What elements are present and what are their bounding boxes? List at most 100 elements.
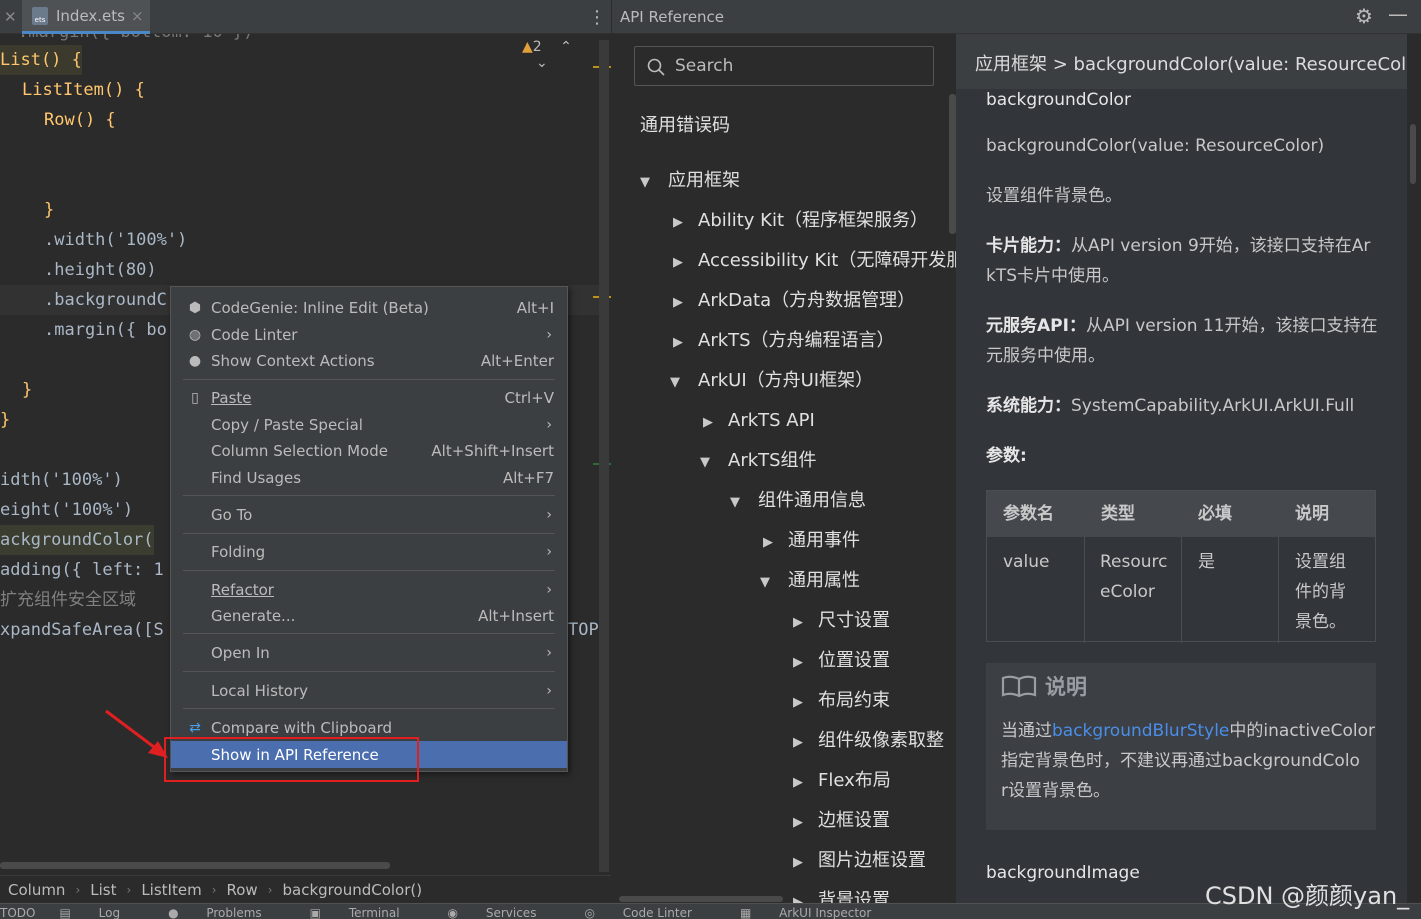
doc-card-ability-line2: kTS卡片中使用。 bbox=[986, 266, 1120, 286]
tree-item-pixel-rounding[interactable]: ▶ 组件级像素取整 bbox=[793, 721, 944, 761]
doc-scroll-thumb[interactable] bbox=[1410, 124, 1416, 184]
tool-arkui-inspector[interactable]: ▦ ArkUI Inspector bbox=[740, 904, 895, 919]
tree-vertical-scrollbar[interactable] bbox=[949, 94, 956, 234]
crumb-listitem[interactable]: ListItem bbox=[141, 881, 201, 899]
tree-item-arkts[interactable]: ▶ ArkTS（方舟编程语言） bbox=[673, 321, 895, 361]
table-divider bbox=[1278, 537, 1279, 643]
editor-breadcrumbs: Column › List › ListItem › Row › backgroundC… bbox=[0, 875, 611, 903]
menu-separator bbox=[183, 533, 555, 534]
collapsed-triangle-icon: ▶ bbox=[793, 695, 803, 710]
crumb-backgroundcolor[interactable]: backgroundColor() bbox=[283, 881, 423, 899]
collapsed-triangle-icon: ▶ bbox=[673, 215, 683, 230]
tree-item-layout-constraints[interactable]: ▶ 布局约束 bbox=[793, 681, 890, 721]
table-divider bbox=[1084, 537, 1085, 643]
th-required: 必填 bbox=[1198, 504, 1232, 524]
tool-services[interactable]: ◉ Services bbox=[448, 904, 561, 919]
editor-vertical-scrollbar[interactable] bbox=[599, 40, 609, 872]
tree-item-arkts-components[interactable]: ▼ ArkTS组件 bbox=[700, 441, 817, 481]
menu-column-selection-mode[interactable]: Column Selection Mode Alt+Shift+Insert bbox=[171, 437, 567, 464]
api-reference-header: API Reference ⚙ — bbox=[612, 0, 1421, 34]
expanded-triangle-icon: ▼ bbox=[760, 575, 770, 590]
menu-go-to[interactable]: Go To › bbox=[171, 501, 567, 528]
menu-open-in[interactable]: Open In › bbox=[171, 639, 567, 666]
doc-description: 设置组件背景色。 bbox=[986, 186, 1122, 206]
tree-item-background[interactable]: ▶ 背景设置 bbox=[793, 881, 890, 903]
table-divider bbox=[1181, 537, 1182, 643]
tool-log[interactable]: ▤ Log bbox=[59, 904, 144, 919]
ets-file-icon: ets bbox=[32, 6, 48, 25]
tree-item-app-framework[interactable]: ▼ 应用框架 bbox=[640, 161, 740, 201]
tree-item-position[interactable]: ▶ 位置设置 bbox=[793, 641, 890, 681]
tree-horizontal-scrollbar[interactable] bbox=[619, 896, 783, 902]
tree-item-accessibility-kit[interactable]: ▶ Accessibility Kit（无障碍开发服务 bbox=[673, 241, 956, 281]
code-line: } bbox=[44, 200, 55, 220]
tool-code-linter[interactable]: ◎ Code Linter bbox=[584, 904, 715, 919]
lightbulb-icon: ● bbox=[188, 352, 202, 369]
menu-local-history[interactable]: Local History › bbox=[171, 677, 567, 704]
settings-gear-icon[interactable]: ⚙ bbox=[1355, 4, 1373, 28]
menu-show-context-actions[interactable]: ● Show Context Actions Alt+Enter bbox=[171, 347, 567, 374]
tree-item-ability-kit[interactable]: ▶ Ability Kit（程序框架服务） bbox=[673, 201, 928, 241]
menu-folding[interactable]: Folding › bbox=[171, 538, 567, 565]
note-line2: 指定背景色时，不建议再通过backgroundColo bbox=[1001, 751, 1360, 771]
note-link-background-blur-style[interactable]: backgroundBlurStyle bbox=[1052, 721, 1229, 741]
tree-item-image-border[interactable]: ▶ 图片边框设置 bbox=[793, 841, 926, 881]
menu-refactor[interactable]: Refactor › bbox=[171, 576, 567, 603]
collapsed-triangle-icon: ▶ bbox=[793, 855, 803, 870]
tree-item-common-attributes[interactable]: ▼ 通用属性 bbox=[760, 561, 860, 601]
code-line: .margin({ bo bbox=[44, 320, 167, 340]
tree-item-arkui[interactable]: ▼ ArkUI（方舟UI框架） bbox=[670, 361, 873, 401]
tab-close-icon[interactable]: × bbox=[131, 7, 144, 25]
crumb-row[interactable]: Row bbox=[227, 881, 258, 899]
codegenie-icon: ⬢ bbox=[188, 299, 202, 316]
terminal-icon: ▣ bbox=[309, 906, 325, 919]
doc-vertical-scrollbar[interactable] bbox=[1407, 34, 1421, 903]
more-vertical-icon[interactable]: ⋮ bbox=[588, 0, 606, 34]
annotation-arrow-icon bbox=[105, 709, 168, 758]
tab-index-ets[interactable]: ets Index.ets × bbox=[22, 0, 150, 34]
inspection-widget[interactable]: ▲2 ⌃ ⌄ bbox=[522, 39, 600, 71]
tool-todo[interactable]: TODO bbox=[0, 904, 35, 919]
doc-breadcrumb-bar: 应用框架 > backgroundColor(value: ResourceCo… bbox=[956, 34, 1407, 89]
compare-icon: ⇄ bbox=[189, 719, 201, 736]
problems-icon: ● bbox=[168, 906, 183, 919]
tool-problems[interactable]: ● Problems bbox=[168, 904, 286, 919]
menu-separator bbox=[183, 708, 555, 709]
chevron-up-icon[interactable]: ⌃ bbox=[560, 39, 572, 55]
api-search-input[interactable]: Search bbox=[634, 46, 934, 86]
editor-horizontal-scrollbar[interactable] bbox=[0, 862, 390, 869]
open-book-icon bbox=[1001, 675, 1037, 698]
tree-item-common-events[interactable]: ▶ 通用事件 bbox=[763, 521, 860, 561]
menu-paste[interactable]: ▯ Paste Ctrl+V bbox=[171, 384, 567, 411]
collapsed-triangle-icon: ▶ bbox=[793, 815, 803, 830]
menu-generate[interactable]: Generate... Alt+Insert bbox=[171, 602, 567, 629]
chevron-down-icon[interactable]: ⌄ bbox=[536, 55, 548, 71]
close-all-icon[interactable]: ✕ bbox=[4, 0, 17, 34]
collapsed-triangle-icon: ▶ bbox=[793, 895, 803, 903]
th-param-name: 参数名 bbox=[1003, 504, 1054, 524]
th-type: 类型 bbox=[1101, 504, 1135, 524]
crumb-list[interactable]: List bbox=[90, 881, 116, 899]
search-icon bbox=[647, 58, 665, 76]
tree-item-arkdata[interactable]: ▶ ArkData（方舟数据管理） bbox=[673, 281, 915, 321]
tree-item-border[interactable]: ▶ 边框设置 bbox=[793, 801, 890, 841]
th-description: 说明 bbox=[1295, 504, 1329, 524]
menu-codegenie-inline-edit[interactable]: ⬢ CodeGenie: Inline Edit (Beta) Alt+I bbox=[171, 294, 567, 321]
tree-item-component-common-info[interactable]: ▼ 组件通用信息 bbox=[730, 481, 866, 521]
td-description: 设置组 件的背 景色。 bbox=[1295, 552, 1346, 632]
td-required: 是 bbox=[1198, 552, 1215, 572]
tree-item-flex-layout[interactable]: ▶ Flex布局 bbox=[793, 761, 891, 801]
td-type-link[interactable]: Resourc eColor bbox=[1100, 547, 1168, 607]
menu-find-usages[interactable]: Find Usages Alt+F7 bbox=[171, 464, 567, 491]
menu-copy-paste-special[interactable]: Copy / Paste Special › bbox=[171, 411, 567, 438]
highlight-annotation-box bbox=[164, 737, 419, 782]
warning-count: 2 bbox=[532, 39, 542, 55]
tree-item-arkts-api[interactable]: ▶ ArkTS API bbox=[703, 401, 815, 441]
tool-terminal[interactable]: ▣ Terminal bbox=[310, 904, 424, 919]
tree-item-error-codes[interactable]: 通用错误码 bbox=[640, 106, 730, 146]
minimize-icon[interactable]: — bbox=[1388, 2, 1408, 26]
crumb-column[interactable]: Column bbox=[8, 881, 65, 899]
menu-code-linter[interactable]: ◍ Code Linter › bbox=[171, 321, 567, 348]
clipboard-icon: ▯ bbox=[191, 389, 199, 406]
tree-item-size[interactable]: ▶ 尺寸设置 bbox=[793, 601, 890, 641]
